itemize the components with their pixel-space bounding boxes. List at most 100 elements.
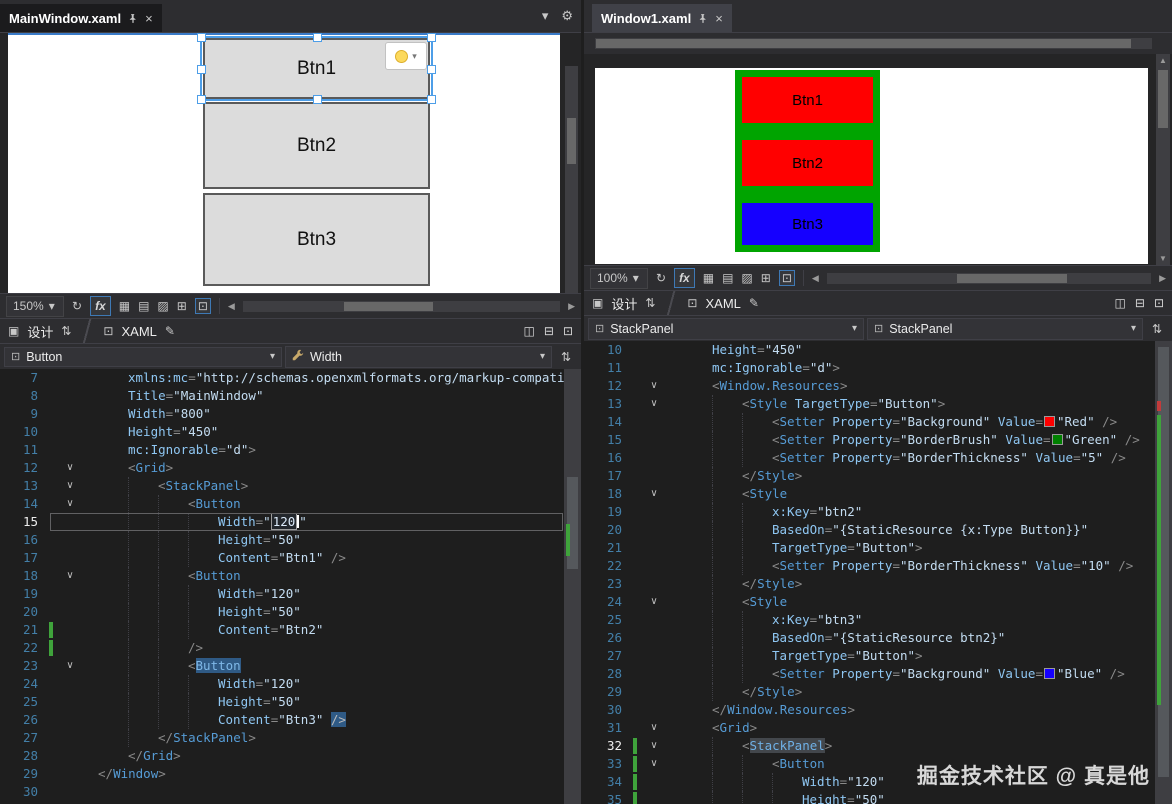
designer-button[interactable]: Btn2 bbox=[742, 140, 873, 186]
horizontal-split-icon[interactable]: ⊟ bbox=[1135, 296, 1145, 310]
collapse-arrow-icon[interactable]: ∨ bbox=[58, 459, 82, 477]
vertical-split-icon[interactable]: ◫ bbox=[524, 324, 535, 338]
collapse-arrow-icon[interactable]: ∨ bbox=[642, 395, 666, 413]
designer-hscrollbar[interactable] bbox=[595, 38, 1152, 49]
vertical-split-icon[interactable]: ◫ bbox=[1115, 296, 1126, 310]
selection-handle[interactable] bbox=[427, 33, 436, 42]
snap-lines-icon[interactable]: ▨ bbox=[157, 299, 168, 313]
collapse-pane-icon[interactable]: ⊡ bbox=[1154, 296, 1164, 310]
designer-hscrollbar[interactable] bbox=[826, 272, 1152, 284]
xaml-view-label[interactable]: XAML bbox=[121, 324, 156, 339]
horizontal-split-icon[interactable]: ⊟ bbox=[544, 324, 554, 338]
show-grid-icon[interactable]: ▦ bbox=[703, 271, 714, 285]
pin-icon[interactable] bbox=[128, 13, 138, 24]
indent-guide bbox=[128, 477, 129, 495]
left-design-canvas[interactable]: ▾ Btn1 Btn2 Btn3 bbox=[8, 33, 560, 293]
scroll-down-icon[interactable]: ▼ bbox=[1156, 254, 1170, 263]
stackpanel-preview[interactable]: Btn1 Btn2 Btn3 bbox=[735, 70, 880, 252]
zoom-select[interactable]: 150% ▾ bbox=[6, 295, 64, 317]
scrollbar-thumb[interactable] bbox=[344, 301, 434, 311]
scrollbar-thumb[interactable] bbox=[956, 273, 1067, 283]
show-grid-icon[interactable]: ▦ bbox=[119, 299, 130, 313]
swap-icon[interactable]: ⇅ bbox=[1146, 322, 1168, 336]
code-text: Height="50" bbox=[82, 603, 564, 621]
snap-grid-icon[interactable]: ▤ bbox=[138, 299, 149, 313]
snap-lines-icon[interactable]: ▨ bbox=[741, 271, 752, 285]
collapse-arrow-icon[interactable]: ∨ bbox=[58, 657, 82, 675]
selection-handle[interactable] bbox=[197, 64, 206, 74]
design-view-label[interactable]: 设计 bbox=[611, 294, 637, 313]
effects-toggle-button[interactable]: fx bbox=[90, 296, 111, 316]
element-selector-combo-2[interactable]: ⊡ StackPanel ▾ bbox=[867, 317, 1143, 340]
collapse-arrow-icon[interactable]: ∨ bbox=[642, 377, 666, 395]
selection-handle[interactable] bbox=[312, 95, 322, 104]
change-gutter bbox=[46, 675, 58, 693]
dock-icon[interactable]: ⊡ bbox=[778, 270, 795, 286]
collapse-arrow-icon[interactable]: ∨ bbox=[58, 477, 82, 495]
swap-panes-icon[interactable]: ⇅ bbox=[61, 324, 71, 338]
scroll-left-icon[interactable]: ◀ bbox=[812, 273, 819, 284]
swap-icon[interactable]: ⇅ bbox=[555, 350, 577, 364]
guides-icon[interactable]: ⊞ bbox=[761, 271, 771, 285]
snap-grid-icon[interactable]: ▤ bbox=[722, 271, 733, 285]
element-selector-combo[interactable]: ⊡ Button ▾ bbox=[4, 346, 282, 367]
collapse-arrow-icon[interactable]: ∨ bbox=[642, 737, 666, 755]
selection-handle[interactable] bbox=[312, 33, 322, 42]
scrollbar-thumb[interactable] bbox=[1158, 70, 1168, 128]
collapse-pane-icon[interactable]: ⊡ bbox=[563, 324, 573, 338]
scroll-right-icon[interactable]: ▶ bbox=[568, 301, 575, 312]
property-selector-combo[interactable]: Width ▾ bbox=[285, 345, 552, 368]
gear-icon[interactable]: ⚙ bbox=[561, 8, 573, 24]
design-view-icon: ▣ bbox=[8, 324, 20, 338]
designer-button[interactable]: Btn1 bbox=[742, 77, 873, 123]
designer-button[interactable]: Btn3 bbox=[203, 193, 430, 286]
refresh-icon[interactable]: ↻ bbox=[72, 299, 82, 313]
chevron-down-icon[interactable]: ▾ bbox=[542, 8, 549, 24]
selection-handle[interactable] bbox=[427, 95, 436, 104]
code-token: "Blue" bbox=[1056, 666, 1103, 681]
scrollbar-thumb[interactable] bbox=[596, 39, 1131, 48]
collapse-arrow-icon[interactable]: ∨ bbox=[642, 593, 666, 611]
collapse-arrow-icon[interactable]: ∨ bbox=[58, 495, 82, 513]
tab-window1-xaml[interactable]: Window1.xaml × bbox=[592, 4, 732, 32]
right-design-canvas[interactable]: Btn1 Btn2 Btn3 bbox=[595, 68, 1148, 264]
collapse-arrow-icon[interactable]: ∨ bbox=[642, 755, 666, 773]
swap-panes-icon[interactable]: ⇅ bbox=[645, 296, 655, 310]
designer-button[interactable]: Btn3 bbox=[742, 203, 873, 245]
guides-icon[interactable]: ⊞ bbox=[177, 299, 187, 313]
edit-icon[interactable]: ✎ bbox=[749, 296, 759, 310]
tab-mainwindow-xaml[interactable]: MainWindow.xaml × bbox=[0, 4, 162, 32]
collapse-arrow-icon[interactable]: ∨ bbox=[642, 719, 666, 737]
close-icon[interactable]: × bbox=[145, 11, 153, 26]
left-designer-scrollbar[interactable] bbox=[565, 66, 578, 326]
pin-icon[interactable] bbox=[698, 13, 708, 24]
edit-icon[interactable]: ✎ bbox=[165, 324, 175, 338]
selection-handle[interactable] bbox=[427, 64, 436, 74]
refresh-icon[interactable]: ↻ bbox=[656, 271, 666, 285]
effects-toggle-button[interactable]: fx bbox=[674, 268, 695, 288]
collapse-arrow-icon[interactable]: ∨ bbox=[58, 567, 82, 585]
right-xaml-editor[interactable]: 10 Height="450" 11 mc:Ignorable="d"> 12 ∨ <Win… bbox=[584, 341, 1155, 804]
quick-actions-lightbulb[interactable]: ▾ bbox=[385, 42, 427, 70]
xaml-view-label[interactable]: XAML bbox=[705, 296, 740, 311]
selection-handle[interactable] bbox=[197, 95, 206, 104]
designer-hscrollbar[interactable] bbox=[242, 300, 561, 312]
element-selector-combo[interactable]: ⊡ StackPanel ▾ bbox=[588, 317, 864, 340]
designer-button[interactable]: Btn2 bbox=[203, 102, 430, 189]
right-editor-scrollbar[interactable] bbox=[1155, 341, 1172, 804]
collapse-arrow-icon[interactable]: ∨ bbox=[642, 485, 666, 503]
dock-icon[interactable]: ⊡ bbox=[194, 298, 211, 314]
close-icon[interactable]: × bbox=[715, 11, 723, 26]
selection-handle[interactable] bbox=[197, 33, 206, 42]
line-number: 10 bbox=[22, 424, 38, 439]
divider bbox=[79, 319, 96, 343]
left-editor-scrollbar[interactable] bbox=[564, 369, 581, 804]
left-xaml-editor[interactable]: 7 xmlns:mc="http://schemas.openxmlformats… bbox=[0, 369, 564, 804]
zoom-select[interactable]: 100% ▾ bbox=[590, 267, 648, 289]
right-designer-scrollbar[interactable]: ▲ ▼ bbox=[1156, 54, 1170, 265]
scroll-right-icon[interactable]: ▶ bbox=[1159, 273, 1166, 284]
design-view-label[interactable]: 设计 bbox=[27, 322, 53, 341]
scrollbar-thumb[interactable] bbox=[567, 118, 576, 164]
scroll-up-icon[interactable]: ▲ bbox=[1156, 56, 1170, 65]
scroll-left-icon[interactable]: ◀ bbox=[228, 301, 235, 312]
